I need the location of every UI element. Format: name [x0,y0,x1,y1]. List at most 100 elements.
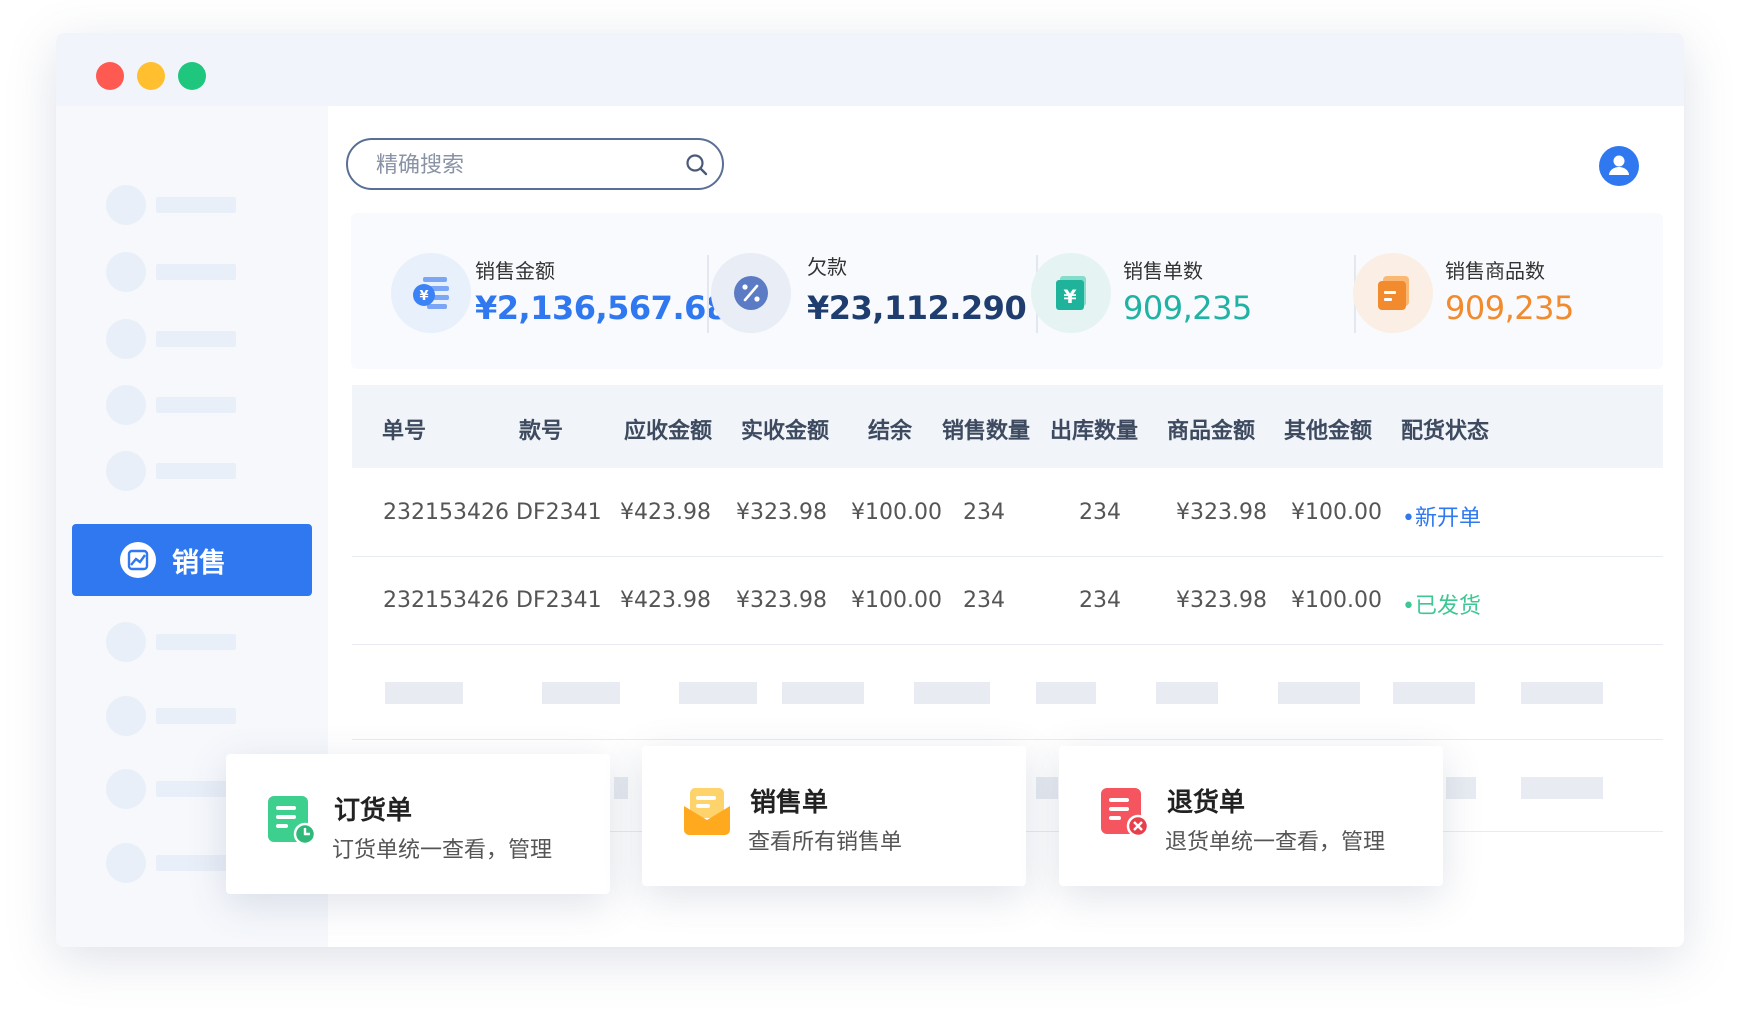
sidebar-placeholder-label [156,781,236,797]
status-badge: •新开单 [1402,506,1481,531]
chart-icon [120,542,156,578]
sidebar-placeholder-icon [106,185,146,225]
box-icon [1353,253,1433,333]
sidebar-item-sales[interactable]: 销售 [72,524,312,596]
yen-doc-icon: ¥ [1031,253,1111,333]
stat-value: ¥23,112.290 [807,289,1027,327]
cell-sales-qty: 234 [963,588,1005,613]
close-window-button[interactable] [96,62,124,90]
cell-placeholder [1393,682,1475,704]
cell-placeholder [1446,777,1476,799]
percent-icon [711,253,791,333]
column-header[interactable]: 配货状态 [1401,413,1489,445]
mail-icon [684,788,730,835]
sidebar-placeholder-label [156,855,236,871]
column-header[interactable]: 销售数量 [942,413,1030,445]
return-doc-icon [1101,788,1149,838]
stat-value: 909,235 [1123,289,1252,327]
cell-placeholder [679,682,757,704]
sidebar-placeholder-icon [106,451,146,491]
card-subtitle: 退货单统一查看，管理 [1165,830,1386,855]
sidebar-placeholder-label [156,708,236,724]
cell-outbound-qty: 234 [1079,588,1121,613]
cell-receivable: ¥423.98 [620,588,711,613]
cell-placeholder [914,682,990,704]
cell-placeholder [1278,682,1360,704]
cell-placeholder [385,682,463,704]
table-row[interactable]: 232153426 DF2341 ¥423.98 ¥323.98 ¥100.00… [352,556,1663,645]
search-input[interactable] [374,149,678,181]
sidebar-placeholder-icon [106,319,146,359]
column-header[interactable]: 商品金额 [1167,413,1255,445]
stat-title: 销售金额 [475,259,555,283]
order-card[interactable]: 订货单 订货单统一查看，管理 [226,754,610,894]
card-title: 订货单 [334,796,413,826]
cell-placeholder [1521,777,1603,799]
sales-card[interactable]: 销售单 查看所有销售单 [642,746,1026,886]
title-bar [56,33,1684,106]
stats-panel: ¥ 销售金额 ¥2,136,567.68 欠款 ¥23,112.290 ¥ 销售… [351,213,1663,369]
search-icon[interactable] [684,152,710,178]
cell-goods-amount: ¥323.98 [1176,588,1267,613]
maximize-window-button[interactable] [178,62,206,90]
cell-placeholder [542,682,620,704]
cell-balance: ¥100.00 [851,588,942,613]
column-header[interactable]: 结余 [868,413,912,445]
cell-balance: ¥100.00 [851,500,942,525]
sidebar-placeholder-icon [106,696,146,736]
column-header[interactable]: 应收金额 [624,413,712,445]
table-row[interactable]: 232153426 DF2341 ¥423.98 ¥323.98 ¥100.00… [352,468,1663,557]
cell-placeholder [1156,682,1218,704]
sidebar-placeholder-icon [106,252,146,292]
cell-goods-amount: ¥323.98 [1176,500,1267,525]
divider [707,255,709,333]
svg-text:¥: ¥ [1063,286,1076,308]
sidebar-placeholder-icon [106,769,146,809]
cell-sales-qty: 234 [963,500,1005,525]
search-box[interactable] [346,138,724,190]
table-row-placeholder [352,644,1663,740]
sidebar-placeholder-icon [106,843,146,883]
cell-other-amount: ¥100.00 [1291,500,1382,525]
stat-title: 欠款 [807,255,847,279]
cell-placeholder [1036,682,1096,704]
cell-received: ¥323.98 [736,500,827,525]
cell-received: ¥323.98 [736,588,827,613]
return-card[interactable]: 退货单 退货单统一查看，管理 [1059,746,1443,886]
column-header[interactable]: 其他金额 [1284,413,1372,445]
card-subtitle: 查看所有销售单 [748,830,903,855]
sidebar-placeholder-icon [106,622,146,662]
column-header[interactable]: 实收金额 [741,413,829,445]
svg-text:¥: ¥ [419,289,428,304]
stat-value: ¥2,136,567.68 [475,289,728,327]
cell-style-no: DF2341 [516,588,602,613]
sidebar-item-label: 销售 [172,548,226,579]
table-header: 单号 款号 应收金额 实收金额 结余 销售数量 出库数量 商品金额 其他金额 配… [352,385,1663,468]
user-avatar[interactable] [1599,146,1639,186]
cell-placeholder [1521,682,1603,704]
cell-receivable: ¥423.98 [620,500,711,525]
stat-title: 销售单数 [1123,259,1203,283]
cell-order-no: 232153426 [383,500,509,525]
status-badge: •已发货 [1402,594,1481,619]
user-icon [1609,155,1629,175]
cell-outbound-qty: 234 [1079,500,1121,525]
cell-style-no: DF2341 [516,500,602,525]
stat-value: 909,235 [1445,289,1574,327]
cell-other-amount: ¥100.00 [1291,588,1382,613]
sidebar-placeholder-label [156,634,236,650]
cell-placeholder [1036,777,1058,799]
minimize-window-button[interactable] [137,62,165,90]
column-header[interactable]: 出库数量 [1050,413,1138,445]
column-header[interactable]: 款号 [519,413,563,445]
sidebar-placeholder-label [156,331,236,347]
cell-placeholder [614,777,628,799]
sidebar-placeholder-label [156,264,236,280]
coin-list-icon: ¥ [391,253,471,333]
column-header[interactable]: 单号 [382,413,426,445]
cell-placeholder [782,682,864,704]
sidebar-placeholder-label [156,397,236,413]
sidebar-placeholder-label [156,197,236,213]
sidebar-placeholder-icon [106,385,146,425]
sidebar-placeholder-label [156,463,236,479]
